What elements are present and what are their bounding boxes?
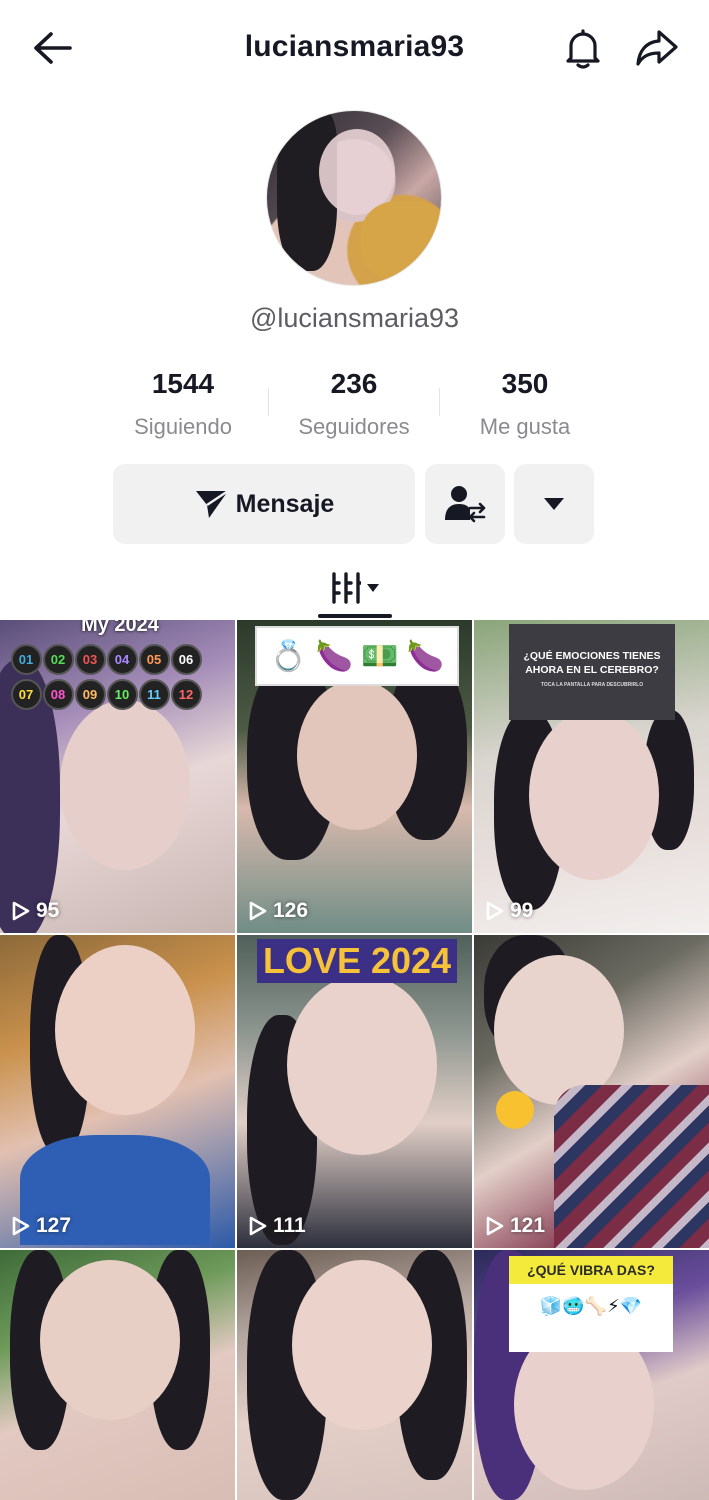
view-count-value: 127	[36, 1214, 72, 1237]
view-count: 127	[12, 1214, 71, 1238]
message-button[interactable]: Mensaje	[113, 464, 415, 544]
view-count-value: 111	[273, 1214, 306, 1237]
stat-followers[interactable]: 236 Seguidores	[269, 368, 439, 440]
play-icon	[486, 901, 504, 921]
profile-stats: 1544 Siguiendo 236 Seguidores 350 Me gus…	[0, 368, 709, 448]
view-count-value: 99	[510, 899, 534, 922]
video-overlay-title: My 2024	[81, 620, 159, 636]
emoji-sticker: 💍 🍆 💵 🍆	[255, 626, 459, 686]
play-icon	[486, 1216, 504, 1236]
content-tabs	[0, 560, 709, 620]
video-thumbnail[interactable]: My 2024 01 02 03 04 05 06 07 08 09 10 11 12 95	[0, 620, 235, 933]
sticker-small-text: TOCA LA PANTALLA PARA DESCUBRIRLO	[540, 682, 644, 688]
share-button[interactable]	[630, 24, 684, 72]
question-sticker: ¿QUÉ EMOCIONES TIENES AHORA EN EL CEREBR…	[509, 624, 675, 720]
divider	[439, 388, 440, 416]
video-thumbnail[interactable]: LOVE 2024 111	[237, 935, 472, 1248]
username-handle: @luciansmaria93	[250, 303, 459, 333]
stat-value: 236	[330, 368, 378, 399]
number-sticker: 11	[138, 679, 170, 710]
number-sticker: 07	[10, 679, 42, 710]
video-thumbnail[interactable]: ¿QUÉ VIBRA DAS? 🧊🥶🦴⚡💎	[474, 1250, 709, 1500]
caret-down-icon	[544, 498, 564, 510]
number-sticker: 06	[170, 644, 202, 675]
number-sticker: 09	[74, 679, 106, 710]
active-tab-indicator	[318, 614, 392, 618]
stat-label: Siguiendo	[134, 414, 232, 439]
message-label: Mensaje	[235, 489, 335, 518]
play-icon	[12, 901, 30, 921]
play-icon	[12, 1216, 30, 1236]
video-grid: My 2024 01 02 03 04 05 06 07 08 09 10 11 12 95 💍 🍆 …	[0, 620, 709, 1500]
view-count: 126	[249, 899, 308, 923]
number-sticker: 10	[106, 679, 138, 710]
video-thumbnail[interactable]: 127	[0, 935, 235, 1248]
video-thumbnail[interactable]: 121	[474, 935, 709, 1248]
avatar[interactable]	[266, 110, 442, 286]
view-count: 95	[12, 899, 59, 923]
view-count: 99	[486, 899, 533, 923]
play-icon	[249, 1216, 267, 1236]
suggested-accounts-button[interactable]	[425, 464, 505, 544]
play-icon	[249, 901, 267, 921]
stat-value: 350	[501, 368, 549, 399]
view-count-value: 95	[36, 899, 60, 922]
sticker-line: AHORA EN EL CEREBRO?	[525, 664, 659, 676]
video-thumbnail[interactable]	[237, 1250, 472, 1500]
view-count: 121	[486, 1214, 545, 1238]
sticker-emojis: 🧊🥶🦴⚡💎	[539, 1296, 643, 1316]
number-sticker: 02	[42, 644, 74, 675]
video-thumbnail[interactable]: 💍 🍆 💵 🍆 126	[237, 620, 472, 933]
stat-following[interactable]: 1544 Siguiendo	[98, 368, 268, 440]
top-bar: luciansmaria93	[0, 0, 709, 96]
notifications-button[interactable]	[558, 24, 608, 72]
stat-label: Me gusta	[479, 414, 571, 439]
share-icon	[636, 30, 678, 66]
video-thumbnail[interactable]: ¿QUÉ EMOCIONES TIENES AHORA EN EL CEREBR…	[474, 620, 709, 933]
send-icon	[195, 490, 229, 518]
view-count: 111	[249, 1214, 306, 1238]
emoji-sticker	[496, 1091, 534, 1129]
number-sticker: 05	[138, 644, 170, 675]
number-sticker: 03	[74, 644, 106, 675]
tab-videos[interactable]	[318, 560, 392, 616]
bell-icon	[566, 29, 600, 69]
view-count-value: 121	[510, 1214, 546, 1237]
videos-grid-icon	[332, 572, 361, 604]
question-sticker: ¿QUÉ VIBRA DAS? 🧊🥶🦴⚡💎	[509, 1256, 673, 1352]
video-overlay-title: LOVE 2024	[257, 939, 457, 983]
more-options-button[interactable]	[514, 464, 594, 544]
number-sticker: 12	[170, 679, 202, 710]
number-stickers: 01 02 03 04 05 06 07 08 09 10 11 12	[10, 642, 226, 712]
stat-label: Seguidores	[298, 414, 410, 439]
caret-down-icon	[367, 584, 379, 592]
view-count-value: 126	[273, 899, 309, 922]
stat-likes[interactable]: 350 Me gusta	[440, 368, 610, 440]
sticker-title: ¿QUÉ VIBRA DAS?	[509, 1256, 673, 1284]
video-thumbnail[interactable]	[0, 1250, 235, 1500]
sticker-line: ¿QUÉ EMOCIONES TIENES	[523, 650, 661, 662]
number-sticker: 08	[42, 679, 74, 710]
stat-value: 1544	[151, 368, 215, 399]
number-sticker: 01	[10, 644, 42, 675]
number-sticker: 04	[106, 644, 138, 675]
user-swap-icon	[445, 486, 486, 523]
divider	[268, 388, 269, 416]
